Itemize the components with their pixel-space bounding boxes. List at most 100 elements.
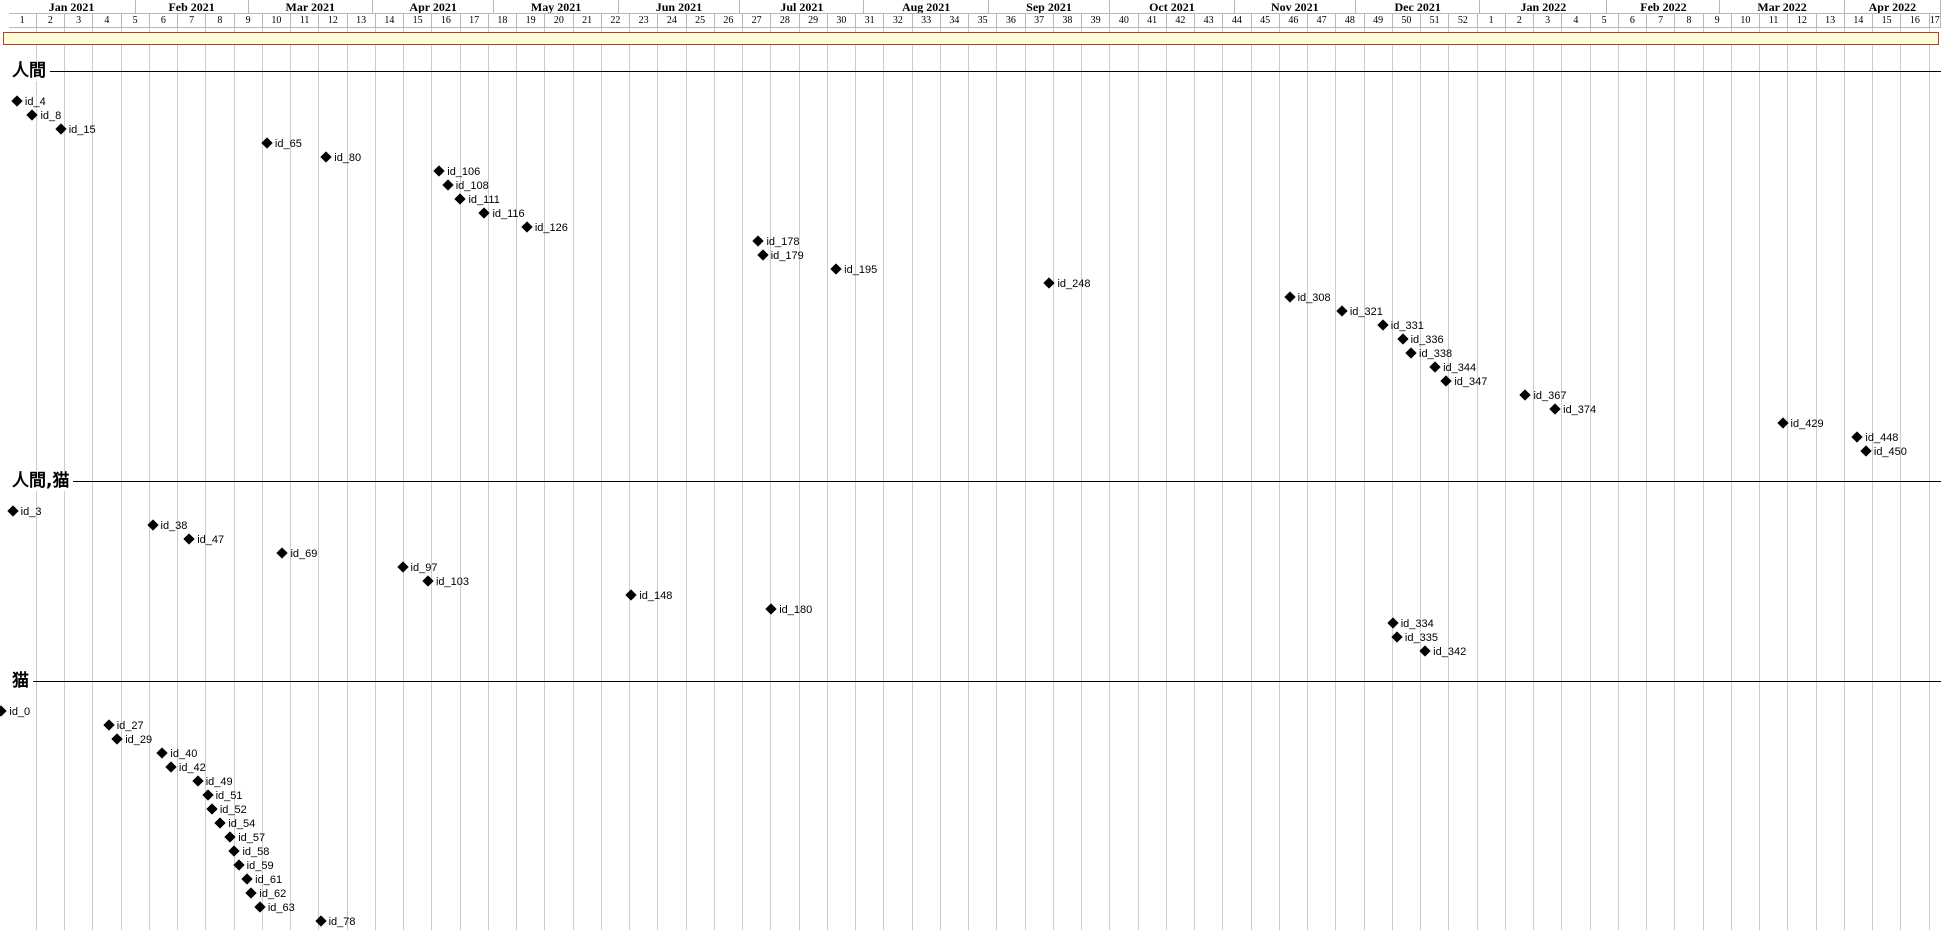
- week-header-cell: 7: [178, 14, 207, 28]
- week-header-cell: 15: [1873, 14, 1902, 28]
- week-header-cell: 8: [1675, 14, 1704, 28]
- milestone-label: id_248: [1057, 278, 1091, 290]
- month-header-cell: Apr 2022: [1844, 0, 1941, 14]
- week-grid-line: [1477, 28, 1478, 930]
- week-grid-line: [714, 28, 715, 930]
- milestone-diamond-icon: [1283, 291, 1296, 303]
- milestone-diamond-icon: [442, 179, 454, 191]
- month-header-cell: Jan 2022: [1480, 0, 1608, 14]
- group-separator: [0, 481, 1941, 482]
- milestone-diamond-icon: [214, 817, 226, 829]
- milestone-diamond-icon: [396, 561, 409, 573]
- milestone-diamond-icon: [1519, 389, 1532, 401]
- milestone-label: id_42: [178, 762, 206, 774]
- milestone-label: id_97: [410, 562, 438, 574]
- week-grid-line: [601, 28, 602, 930]
- week-header-cell: 16: [432, 14, 461, 28]
- group-label: 人間,猫: [0, 471, 74, 491]
- milestone-label: id_15: [68, 124, 96, 136]
- milestone-label: id_367: [1533, 390, 1567, 402]
- milestone-diamond-icon: [228, 845, 241, 857]
- week-header-cell: 42: [1166, 14, 1195, 28]
- week-grid-line: [431, 28, 432, 930]
- week-grid-line: [1448, 28, 1449, 930]
- week-header-cell: 30: [827, 14, 856, 28]
- milestone-label: id_29: [125, 734, 153, 746]
- milestone-label: id_40: [170, 748, 198, 760]
- week-grid-line: [686, 28, 687, 930]
- week-grid-line: [1081, 28, 1082, 930]
- milestone-label: id_59: [246, 860, 274, 872]
- week-grid-line: [1166, 28, 1167, 930]
- week-grid-line: [403, 28, 404, 930]
- week-grid-line: [92, 28, 93, 930]
- gantt-chart: Jan 2021 Feb 2021 Mar 2021 Apr 2021 May 2021…: [0, 0, 1941, 930]
- milestone-diamond-icon: [757, 249, 769, 261]
- milestone-label: id_38: [160, 520, 188, 532]
- week-header-cell: 17: [460, 14, 489, 28]
- milestone-diamond-icon: [254, 901, 266, 913]
- week-header-cell: 17: [1929, 14, 1941, 28]
- milestone-label: id_321: [1349, 306, 1383, 318]
- week-header-cell: 22: [601, 14, 630, 28]
- milestone-label: id_62: [259, 888, 287, 900]
- week-header-cell: 20: [545, 14, 574, 28]
- week-grid-line: [1590, 28, 1591, 930]
- milestone-label: id_116: [492, 208, 525, 220]
- week-grid-line: [1420, 28, 1421, 930]
- week-grid-line: [770, 28, 771, 930]
- week-header-cell: 11: [291, 14, 320, 28]
- week-grid-line: [1731, 28, 1732, 930]
- milestone-label: id_51: [215, 790, 243, 802]
- week-grid-line: [883, 28, 884, 930]
- milestone-label: id_47: [197, 534, 225, 546]
- week-grid-line: [262, 28, 263, 930]
- milestone-label: id_331: [1390, 320, 1424, 332]
- group-label: 人間: [0, 61, 50, 81]
- milestone-diamond-icon: [11, 95, 23, 107]
- week-header-cell: 2: [36, 14, 65, 28]
- week-header-cell: 1: [8, 14, 37, 28]
- week-grid-line: [1053, 28, 1054, 930]
- month-header-cell: Dec 2021: [1356, 0, 1481, 14]
- milestone-label: id_61: [255, 874, 283, 886]
- week-header-cell: 9: [234, 14, 263, 28]
- week-grid-line: [1646, 28, 1647, 930]
- milestone-diamond-icon: [1377, 319, 1389, 331]
- milestone-label: id_336: [1410, 334, 1444, 346]
- milestone-label: id_27: [116, 720, 144, 732]
- month-header-cell: Mar 2021: [248, 0, 373, 14]
- week-header-cell: 10: [262, 14, 291, 28]
- week-header-cell: 4: [1562, 14, 1591, 28]
- week-header-cell: 34: [940, 14, 969, 28]
- week-header-cell: 39: [1082, 14, 1111, 28]
- week-header-cell: 40: [1110, 14, 1139, 28]
- week-header-cell: 43: [1195, 14, 1224, 28]
- milestone-label: id_148: [639, 590, 673, 602]
- week-header-cell: 37: [1025, 14, 1054, 28]
- week-header-cell: 44: [1223, 14, 1252, 28]
- milestone-label: id_448: [1865, 432, 1899, 444]
- week-header-cell: 12: [319, 14, 348, 28]
- milestone-label: id_52: [219, 804, 247, 816]
- week-grid-line: [1703, 28, 1704, 930]
- milestone-diamond-icon: [1387, 617, 1399, 629]
- week-grid-line: [1618, 28, 1619, 930]
- week-header-cell: 14: [1844, 14, 1873, 28]
- week-grid-line: [1759, 28, 1760, 930]
- week-grid-line: [488, 28, 489, 930]
- milestone-label: id_108: [455, 180, 489, 192]
- milestone-label: id_179: [770, 250, 804, 262]
- week-header-cell: 33: [912, 14, 941, 28]
- timeline-range-bar: [3, 32, 1939, 45]
- week-header-cell: 14: [375, 14, 404, 28]
- milestone-diamond-icon: [1440, 375, 1453, 387]
- week-grid-line: [1025, 28, 1026, 930]
- week-header-cell: 2: [1505, 14, 1534, 28]
- week-grid-line: [996, 28, 997, 930]
- week-grid-line: [827, 28, 828, 930]
- milestone-diamond-icon: [245, 887, 258, 899]
- week-header-cell: 8: [206, 14, 235, 28]
- week-header-cell: 11: [1760, 14, 1789, 28]
- milestone-diamond-icon: [454, 193, 467, 205]
